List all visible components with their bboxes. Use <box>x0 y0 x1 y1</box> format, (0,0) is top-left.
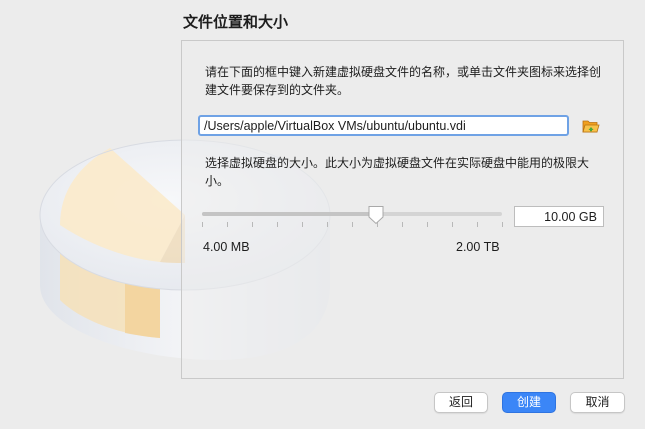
slider-tick <box>327 222 328 227</box>
slider-tick <box>402 222 403 227</box>
slider-tick <box>302 222 303 227</box>
slider-tick <box>452 222 453 227</box>
file-path-input[interactable] <box>198 115 569 136</box>
slider-tick <box>227 222 228 227</box>
folder-open-icon <box>582 120 600 133</box>
slider-tick <box>202 222 203 227</box>
slider-tick <box>427 222 428 227</box>
size-slider-ticks <box>202 222 503 228</box>
create-button[interactable]: 创建 <box>502 392 556 413</box>
slider-tick <box>252 222 253 227</box>
size-value-input[interactable] <box>514 206 604 227</box>
slider-tick <box>352 222 353 227</box>
size-slider-thumb[interactable] <box>367 205 385 225</box>
cancel-button[interactable]: 取消 <box>570 392 625 413</box>
size-description: 选择虚拟硬盘的大小。此大小为虚拟硬盘文件在实际硬盘中能用的极限大小。 <box>205 156 590 188</box>
slider-tick <box>502 222 503 227</box>
size-min-label: 4.00 MB <box>203 240 250 254</box>
choose-folder-button[interactable] <box>582 117 600 135</box>
back-button[interactable]: 返回 <box>434 392 488 413</box>
page-title: 文件位置和大小 <box>183 13 289 31</box>
size-slider-fill <box>202 212 376 216</box>
location-description: 请在下面的框中键入新建虚拟硬盘文件的名称，或单击文件夹图标来选择创建文件要保存到… <box>205 65 602 97</box>
slider-tick <box>477 222 478 227</box>
size-max-label: 2.00 TB <box>456 240 500 254</box>
slider-tick <box>277 222 278 227</box>
size-slider-track[interactable] <box>202 212 502 216</box>
